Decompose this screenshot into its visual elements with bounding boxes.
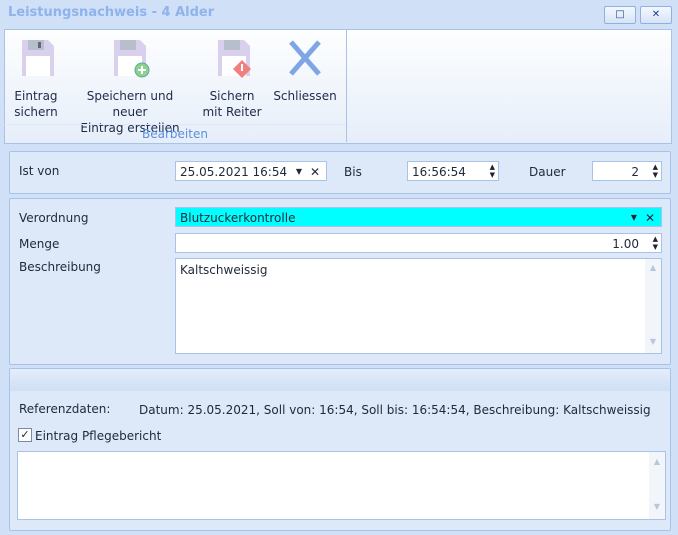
referenzdaten-text: Datum: 25.05.2021, Soll von: 16:54, Soll… [139, 403, 651, 417]
close-x-icon [289, 40, 321, 76]
scrollbar[interactable]: ▲ ▼ [645, 259, 661, 353]
window-title: Leistungsnachweis - 4 Alder [8, 5, 215, 20]
time-panel [9, 151, 671, 194]
label: mit Reiter [202, 105, 262, 119]
pflegebericht-label: Eintrag Pflegebericht [35, 429, 162, 443]
menge-input[interactable]: 1.00 ▲ ▼ [175, 233, 662, 253]
dauer-input[interactable]: 2 ▲ ▼ [592, 161, 662, 181]
clear-icon[interactable]: ✕ [645, 208, 655, 228]
ist-von-datepicker[interactable]: 25.05.2021 16:54 ▼ ✕ [175, 161, 327, 181]
label: sichern [14, 105, 58, 119]
spin-icon[interactable]: ▲ ▼ [653, 163, 658, 179]
value: 2 [631, 165, 639, 179]
value: 25.05.2021 16:54 [180, 165, 288, 179]
verordnung-select[interactable]: Blutzuckerkontrolle ▼ ✕ [175, 207, 662, 227]
save-with-tab-button[interactable]: Sichern mit Reiter [200, 38, 264, 120]
dauer-label: Dauer [529, 165, 566, 179]
bis-time-input[interactable]: 16:56:54 ▲ ▼ [407, 161, 499, 181]
close-button[interactable]: Schliessen [272, 38, 338, 104]
pflegebericht-checkbox[interactable]: ✓ [18, 428, 32, 442]
value: Blutzuckerkontrolle [180, 211, 296, 225]
label: Eintrag [14, 89, 58, 103]
value: Kaltschweissig [180, 263, 268, 277]
floppy-add-icon [114, 40, 150, 78]
bis-label: Bis [344, 165, 362, 179]
floppy-warning-icon [218, 40, 251, 78]
dropdown-arrow-icon[interactable]: ▼ [631, 208, 637, 228]
ribbon-separator [346, 29, 347, 142]
label: Speichern und neuer [86, 89, 174, 119]
pflegebericht-textarea[interactable]: ▲ ▼ [17, 451, 666, 520]
scrollbar[interactable]: ▲ ▼ [649, 452, 665, 519]
label: Sichern [209, 89, 255, 103]
value: 16:56:54 [412, 165, 466, 179]
dropdown-arrow-icon[interactable]: ▼ [296, 162, 302, 182]
label: Schliessen [273, 89, 337, 103]
reference-header [10, 369, 670, 391]
close-window-button[interactable]: ✕ [640, 6, 672, 24]
verordnung-label: Verordnung [19, 211, 89, 225]
save-entry-button[interactable]: Eintrag sichern [8, 38, 64, 120]
maximize-button[interactable]: □ [604, 6, 636, 24]
floppy-disk-icon [22, 40, 54, 76]
ribbon-group-label: Bearbeiten [4, 124, 346, 141]
value: 1.00 [612, 237, 639, 251]
save-and-new-button[interactable]: Speichern und neuer Eintrag erstellen [68, 38, 192, 136]
clear-icon[interactable]: ✕ [310, 162, 320, 182]
beschreibung-textarea[interactable]: Kaltschweissig ▲ ▼ [175, 258, 662, 354]
referenzdaten-label: Referenzdaten: [19, 402, 111, 416]
ist-von-label: Ist von [19, 164, 60, 178]
menge-label: Menge [19, 237, 60, 251]
spin-icon[interactable]: ▲ ▼ [653, 235, 658, 251]
beschreibung-label: Beschreibung [19, 260, 101, 274]
spin-icon[interactable]: ▲ ▼ [490, 163, 495, 179]
